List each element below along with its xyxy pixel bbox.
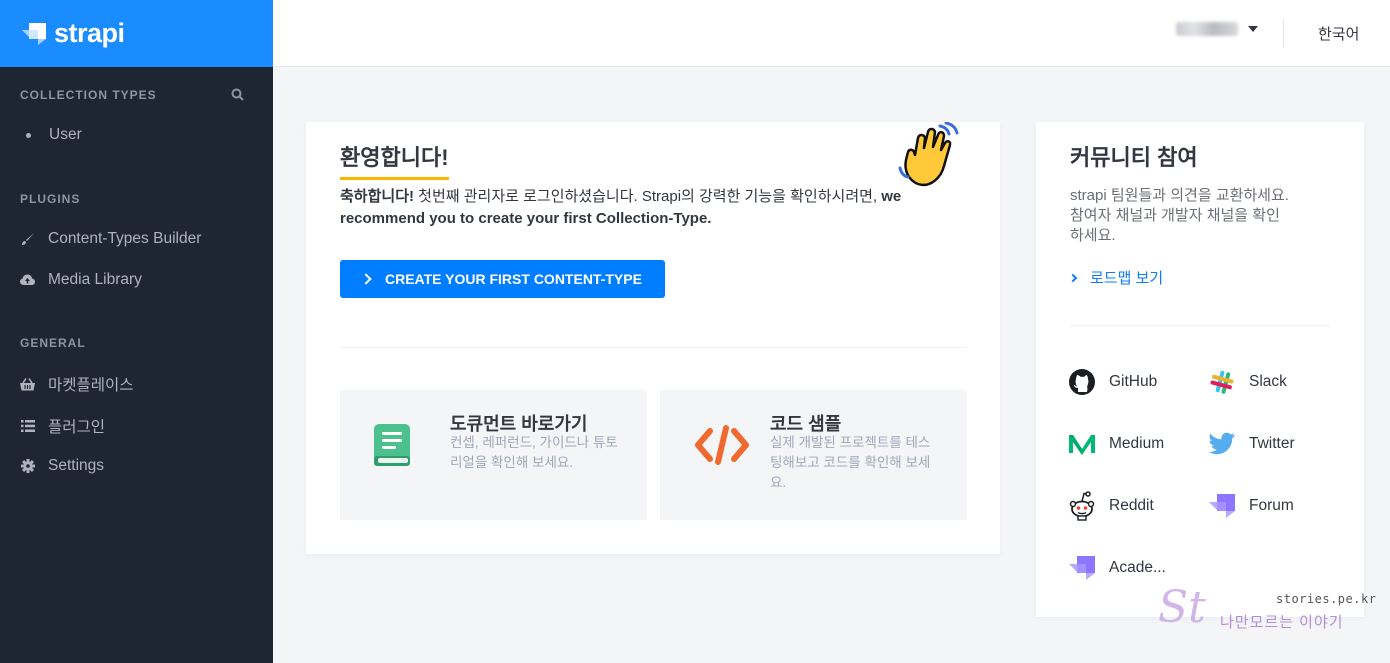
divider [1070,325,1330,326]
twitter-link[interactable]: Twitter [1208,430,1295,458]
welcome-card: 환영합니다! 축하합니다! 첫번째 관리자로 로그인하셨습니다. Strapi의… [306,121,1000,554]
welcome-desc-bold: 축하합니다! [340,188,414,205]
section-title-collection-types: COLLECTION TYPES [20,88,157,102]
chevron-right-icon [360,273,372,285]
code-icon [694,422,750,468]
brand-header[interactable]: strapi [0,0,273,67]
roadmap-label: 로드맵 보기 [1090,270,1164,287]
book-icon [372,422,414,468]
welcome-desc-text: 첫번째 관리자로 로그인하셨습니다. Strapi의 강력한 기능을 확인하시려… [414,188,882,205]
sidebar-item-settings[interactable]: Settings [20,457,104,475]
sidebar-item-plugins[interactable]: 플러그인 [20,415,105,437]
chevron-right-icon [1068,273,1078,282]
cta-label: CREATE YOUR FIRST CONTENT-TYPE [385,271,642,287]
reddit-link[interactable]: Reddit [1068,491,1154,521]
watermark: St stories.pe.kr 나만모르는 이야기 [1148,582,1376,634]
cloud-upload-icon [20,273,35,288]
community-description: strapi 팀원들과 의견을 교환하세요. 참여자 채널과 개발자 채널을 확… [1070,187,1289,244]
slack-link[interactable]: Slack [1208,368,1287,396]
tile-description: 컨셉, 레퍼런드, 가이드나 튜토리얼을 확인해 보세요. [450,435,618,470]
watermark-tagline: 나만모르는 이야기 [1220,614,1344,631]
section-title-general: GENERAL [20,336,86,350]
twitter-icon [1208,430,1236,458]
sidebar-item-label: User [49,126,82,143]
waving-hand-icon [896,121,964,192]
forum-link[interactable]: Forum [1208,492,1294,520]
list-icon [20,419,35,434]
sidebar-item-label: Media Library [48,271,142,288]
sidebar-item-label: Settings [48,457,105,474]
social-label: Medium [1109,435,1165,452]
github-icon [1068,368,1096,396]
header-divider [1283,18,1284,48]
social-label: Reddit [1109,497,1154,514]
social-label: Twitter [1249,435,1295,452]
basket-icon [20,377,35,392]
bullet-icon [26,132,31,138]
sidebar-item-label: 마켓플레이스 [48,377,134,394]
top-header: 한국어 [273,0,1390,67]
social-label: Slack [1249,373,1287,390]
slack-icon [1208,368,1236,396]
brand-name: strapi [54,18,125,48]
watermark-site: stories.pe.kr [1276,592,1377,606]
academy-icon [1068,554,1096,582]
sidebar-item-media-library[interactable]: Media Library [20,271,142,289]
welcome-title: 환영합니다! [340,140,449,180]
social-label: GitHub [1109,373,1158,390]
sidebar: strapi COLLECTION TYPES User PLUGINS Con… [0,0,273,663]
forum-icon [1208,492,1236,520]
welcome-description: 축하합니다! 첫번째 관리자로 로그인하셨습니다. Strapi의 강력한 기능… [340,186,930,230]
code-samples-tile[interactable]: 코드 샘플 실제 개발된 프로젝트를 테스팅해보고 코드를 확인해 보세요. [660,390,967,520]
medium-link[interactable]: Medium [1068,430,1164,458]
roadmap-link[interactable]: 로드맵 보기 [1068,267,1164,288]
brush-icon [20,232,35,247]
medium-icon [1068,430,1096,458]
documentation-tile[interactable]: 도큐먼트 바로가기 컨셉, 레퍼런드, 가이드나 튜토리얼을 확인해 보세요. [340,390,647,520]
social-label: Acade... [1109,559,1166,576]
divider [340,347,966,348]
social-label: Forum [1249,497,1294,514]
search-icon[interactable] [231,88,245,102]
academy-link[interactable]: Acade... [1068,554,1166,582]
user-name-blurred [1176,22,1238,36]
language-selector[interactable]: 한국어 [1318,23,1359,44]
community-title: 커뮤니티 참여 [1070,145,1198,170]
community-card: 커뮤니티 참여 strapi 팀원들과 의견을 교환하세요. 참여자 채널과 개… [1036,122,1364,617]
sidebar-item-user[interactable]: User [20,126,82,144]
gear-icon [20,459,35,474]
strapi-logo-icon [22,22,46,45]
sidebar-item-label: Content-Types Builder [48,230,202,247]
caret-down-icon [1248,26,1258,32]
section-title-plugins: PLUGINS [20,192,81,206]
sidebar-item-content-types-builder[interactable]: Content-Types Builder [20,230,201,248]
tile-description: 실제 개발된 프로젝트를 테스팅해보고 코드를 확인해 보세요. [770,435,931,490]
user-menu[interactable] [1176,22,1258,36]
sidebar-item-marketplace[interactable]: 마켓플레이스 [20,373,134,395]
watermark-logo: St [1158,582,1206,633]
sidebar-item-label: 플러그인 [48,419,106,436]
create-content-type-button[interactable]: CREATE YOUR FIRST CONTENT-TYPE [340,260,665,298]
reddit-icon [1068,491,1096,521]
github-link[interactable]: GitHub [1068,368,1157,396]
